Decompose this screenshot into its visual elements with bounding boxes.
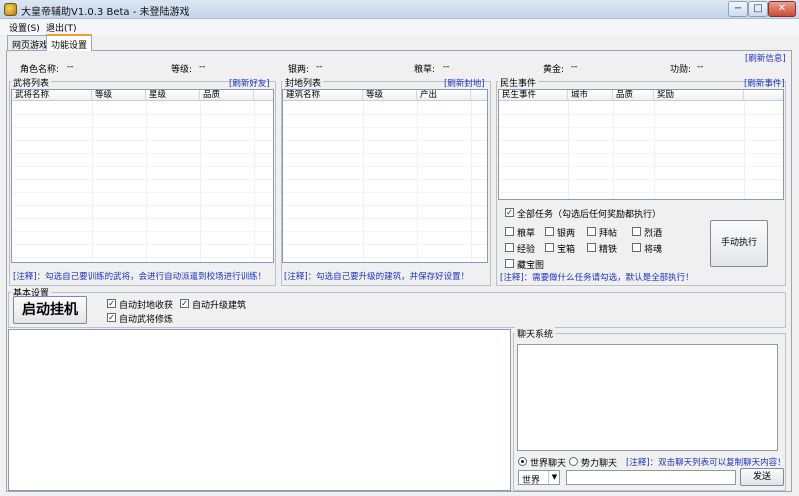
- opt-exp-label: 经验: [517, 245, 536, 255]
- opt-invite-checkbox[interactable]: [587, 227, 596, 236]
- level-value: --: [199, 62, 206, 72]
- col-general-name[interactable]: 武将名称: [12, 90, 92, 101]
- minimize-button[interactable]: −: [728, 1, 748, 17]
- menu-bar: [0, 19, 799, 35]
- auto-upgrade-label: 自动升级建筑: [192, 301, 247, 311]
- events-note: [注释]：需要做什么任务请勾选，默认是全部执行！: [500, 273, 694, 283]
- col-event-reward[interactable]: 奖励: [654, 90, 744, 101]
- fiefs-list[interactable]: 建筑名称 等级 产出: [282, 89, 488, 263]
- silver-label: 银两:: [288, 65, 310, 75]
- opt-soul-label: 将魂: [644, 245, 663, 255]
- menu-exit[interactable]: 退出(T): [46, 21, 77, 34]
- menu-settings[interactable]: 设置(S): [9, 21, 40, 34]
- refresh-fiefs-link[interactable]: [刷新封地]: [444, 77, 485, 89]
- maximize-button[interactable]: □: [748, 1, 768, 17]
- merit-value: --: [697, 62, 704, 72]
- events-list[interactable]: 民生事件 城市 品质 奖励: [498, 89, 784, 200]
- tab-function-settings[interactable]: 功能设置: [46, 34, 93, 51]
- refresh-events-link[interactable]: [刷新事件]: [744, 77, 785, 89]
- opt-liquor-label: 烈酒: [644, 229, 663, 239]
- opt-treasure-map-checkbox[interactable]: [505, 259, 514, 268]
- auto-train-label: 自动武将修炼: [119, 315, 174, 325]
- opt-grain-label: 粮草: [517, 229, 536, 239]
- refresh-friends-link[interactable]: [刷新好友]: [229, 77, 270, 89]
- manual-execute-button[interactable]: 手动执行: [710, 220, 768, 267]
- fiefs-list-header: 建筑名称 等级 产出: [283, 90, 487, 101]
- grain-value: --: [443, 62, 450, 72]
- auto-harvest-label: 自动封地收获: [119, 301, 174, 311]
- fiefs-title: 封地列表: [283, 76, 324, 89]
- chat-title: 聊天系统: [515, 327, 556, 340]
- generals-note: [注释]：勾选自己要训练的武将，会进行自动派遣到校场进行训练！: [13, 272, 267, 282]
- auto-train-checkbox[interactable]: ✓: [107, 313, 116, 322]
- opt-silver-checkbox[interactable]: [545, 227, 554, 236]
- generals-list[interactable]: 武将名称 等级 星级 品质: [11, 89, 274, 263]
- col-general-level[interactable]: 等级: [92, 90, 146, 101]
- col-general-quality[interactable]: 品质: [200, 90, 254, 101]
- events-title: 民生事件: [498, 76, 539, 89]
- opt-iron-label: 精铁: [599, 245, 618, 255]
- world-chat-label: 世界聊天: [530, 459, 567, 469]
- opt-treasure-map-label: 藏宝图: [517, 261, 545, 271]
- chat-list[interactable]: [517, 344, 778, 451]
- events-list-header: 民生事件 城市 品质 奖励: [499, 90, 783, 101]
- col-building-level[interactable]: 等级: [363, 90, 417, 101]
- channel-select[interactable]: 世界 ▼: [518, 470, 560, 486]
- opt-liquor-checkbox[interactable]: [632, 227, 641, 236]
- close-button[interactable]: ✕: [768, 1, 796, 17]
- role-name-value: --: [67, 62, 74, 72]
- merit-label: 功勋:: [670, 65, 692, 75]
- start-hangup-button[interactable]: 启动挂机: [13, 296, 87, 324]
- refresh-info-link[interactable]: [刷新信息]: [745, 52, 786, 64]
- col-building-name[interactable]: 建筑名称: [283, 90, 363, 101]
- opt-chest-checkbox[interactable]: [545, 243, 554, 252]
- opt-chest-label: 宝箱: [557, 245, 576, 255]
- gold-label: 黄金:: [543, 65, 565, 75]
- world-chat-radio[interactable]: [518, 457, 527, 466]
- col-event-quality[interactable]: 品质: [613, 90, 654, 101]
- fiefs-note: [注释]：勾选自己要升级的建筑，并保存好设置！: [284, 272, 470, 282]
- all-tasks-checkbox[interactable]: ✓: [505, 208, 514, 217]
- auto-upgrade-checkbox[interactable]: ✓: [180, 299, 189, 308]
- opt-soul-checkbox[interactable]: [632, 243, 641, 252]
- generals-title: 武将列表: [11, 76, 52, 89]
- col-building-output[interactable]: 产出: [417, 90, 471, 101]
- chat-note: [注释]：双击聊天列表可以复制聊天内容！: [626, 458, 786, 468]
- app-icon: [4, 3, 17, 16]
- grain-label: 粮草:: [414, 65, 436, 75]
- log-output[interactable]: [8, 329, 511, 491]
- level-label: 等级:: [171, 65, 193, 75]
- channel-select-value: 世界: [522, 476, 541, 486]
- window-title: 大皇帝辅助V1.0.3 Beta - 未登陆游戏: [21, 7, 190, 18]
- role-name-label: 角色名称:: [20, 65, 60, 75]
- faction-chat-label: 势力聊天: [581, 459, 618, 469]
- faction-chat-radio[interactable]: [569, 457, 578, 466]
- col-general-star[interactable]: 星级: [146, 90, 200, 101]
- generals-list-header: 武将名称 等级 星级 品质: [12, 90, 273, 101]
- col-event-city[interactable]: 城市: [568, 90, 613, 101]
- chevron-down-icon[interactable]: ▼: [548, 471, 560, 484]
- opt-grain-checkbox[interactable]: [505, 227, 514, 236]
- col-event-name[interactable]: 民生事件: [499, 90, 568, 101]
- send-button[interactable]: 发送: [740, 468, 784, 486]
- opt-iron-checkbox[interactable]: [587, 243, 596, 252]
- opt-silver-label: 银两: [557, 229, 576, 239]
- all-tasks-label: 全部任务（勾选后任何奖励都执行）: [517, 210, 662, 220]
- chat-message-input[interactable]: [566, 470, 736, 485]
- opt-exp-checkbox[interactable]: [505, 243, 514, 252]
- silver-value: --: [316, 62, 323, 72]
- auto-harvest-checkbox[interactable]: ✓: [107, 299, 116, 308]
- opt-invite-label: 拜帖: [599, 229, 618, 239]
- gold-value: --: [571, 62, 578, 72]
